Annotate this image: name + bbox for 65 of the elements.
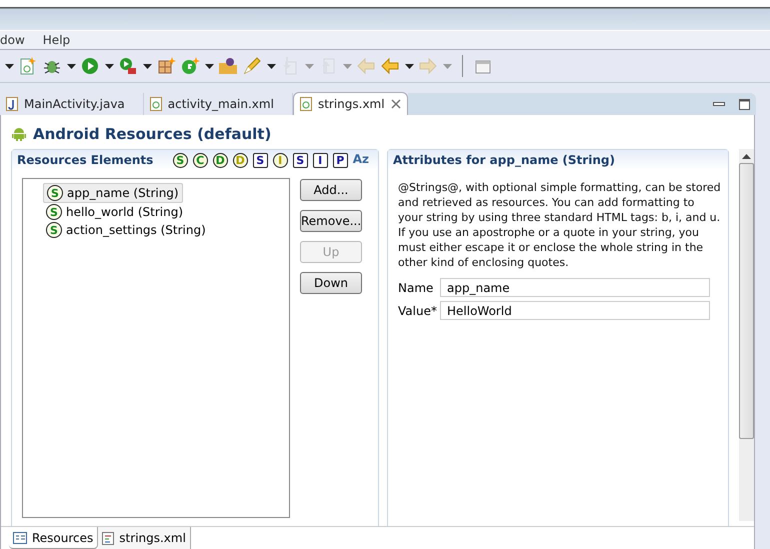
pencil-icon[interactable] xyxy=(242,56,262,76)
dropdown-caret-icon[interactable] xyxy=(267,64,276,68)
sort-button[interactable]: Az xyxy=(352,152,369,166)
dropdown-caret-icon[interactable] xyxy=(67,64,76,68)
maximize-icon[interactable] xyxy=(739,98,750,110)
text-field[interactable]: HelloWorld xyxy=(440,301,710,320)
field-label: Value* xyxy=(398,304,436,318)
scroll-thumb[interactable] xyxy=(739,163,754,439)
source-icon xyxy=(102,532,114,544)
tab-label: strings.xml xyxy=(119,531,186,545)
filter-button[interactable]: S xyxy=(292,152,308,168)
java-file-icon xyxy=(6,97,18,111)
description-text: @Strings@, with optional simple formatting, can be stored and retrieved as resources. You can add formatting to your string by using three standard HTML tags: b, i, and u. If you use an apostrophe or a quote in your string, you must either escape it or enclose the whole string in the other kind of enclosing quotes. xyxy=(397,180,722,271)
scroll-up-icon[interactable] xyxy=(742,154,751,160)
menu-item[interactable]: dow xyxy=(0,33,25,47)
resource-list[interactable]: S app_name (String) S hello_world (String) S action_settings (String) xyxy=(22,178,290,518)
tree-item[interactable]: S hello_world (String) xyxy=(43,203,186,221)
g-plus-icon[interactable] xyxy=(180,56,200,76)
action-button[interactable]: Add... xyxy=(300,179,362,201)
xml-file-icon xyxy=(300,97,312,111)
filter-button[interactable]: D xyxy=(212,152,228,168)
android-icon xyxy=(11,126,27,142)
form-icon xyxy=(13,532,27,544)
dropdown-caret-icon[interactable] xyxy=(405,64,414,68)
dropdown-caret-icon[interactable] xyxy=(105,64,114,68)
tab-label: Resources xyxy=(32,530,94,544)
xml-file-icon xyxy=(150,97,162,111)
filter-button[interactable]: S xyxy=(252,152,268,168)
item-label: hello_world (String) xyxy=(66,205,184,219)
run-tool-icon[interactable] xyxy=(118,56,138,76)
action-button[interactable]: Down xyxy=(300,272,362,294)
filter-button[interactable]: C xyxy=(192,152,208,168)
item-label: app_name (String) xyxy=(67,186,179,200)
tree-item[interactable]: S app_name (String) xyxy=(43,183,183,203)
action-button[interactable]: Remove... xyxy=(300,210,362,232)
dropdown-caret-icon[interactable] xyxy=(143,64,152,68)
section-title: Resources Elements xyxy=(17,153,154,167)
dropdown-caret-icon[interactable] xyxy=(205,64,214,68)
left-arrow-icon[interactable] xyxy=(380,56,400,76)
grid-icon[interactable] xyxy=(156,56,176,76)
tab-label: activity_main.xml xyxy=(168,97,274,111)
minimize-icon[interactable] xyxy=(713,102,725,106)
menu-item[interactable]: Help xyxy=(42,33,70,47)
string-resource-icon: S xyxy=(46,222,62,238)
filter-button[interactable]: I xyxy=(312,152,328,168)
dropdown-caret-icon[interactable] xyxy=(5,64,14,68)
filter-button[interactable]: P xyxy=(332,152,348,168)
page-tab[interactable]: Resources xyxy=(9,527,98,549)
string-resource-icon: S xyxy=(46,204,62,220)
text-field[interactable]: app_name xyxy=(440,278,710,297)
section-title: Attributes for app_name (String) xyxy=(393,153,615,167)
string-resource-icon: S xyxy=(47,185,63,201)
page-tab[interactable]: strings.xml xyxy=(98,527,191,549)
close-icon[interactable] xyxy=(390,99,401,109)
tree-item[interactable]: S action_settings (String) xyxy=(43,221,209,239)
filter-button[interactable]: S xyxy=(172,152,188,168)
item-label: action_settings (String) xyxy=(66,223,206,237)
scrollbar[interactable] xyxy=(739,149,754,521)
tab-label: strings.xml xyxy=(318,97,385,111)
tab-label: MainActivity.java xyxy=(24,97,125,111)
editor-title: Android Resources (default) xyxy=(33,125,272,143)
editor-tab[interactable]: strings.xml xyxy=(292,92,408,115)
run-icon[interactable] xyxy=(80,56,100,76)
folder-icon[interactable] xyxy=(218,56,238,76)
field-label: Name xyxy=(398,280,434,294)
